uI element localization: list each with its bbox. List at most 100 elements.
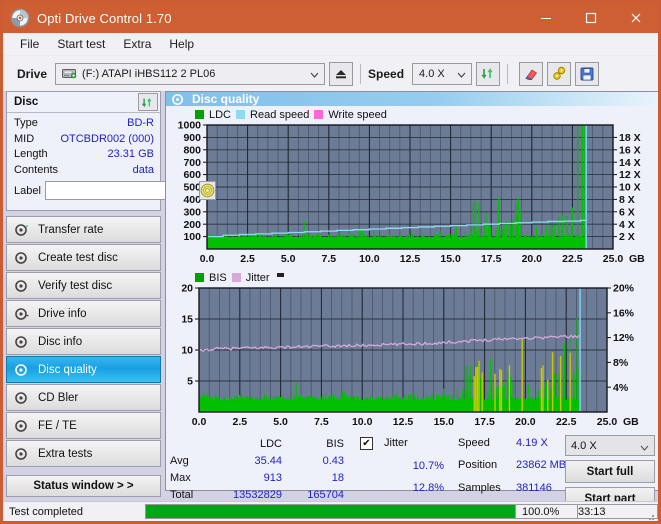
svg-text:16%: 16% (613, 307, 635, 319)
main-panel-title: Disc quality (192, 92, 260, 106)
jitter-label: Jitter (384, 437, 408, 449)
sidebar-item-disc-quality[interactable]: Disc quality (6, 356, 161, 383)
disc-extra-icon (15, 447, 29, 461)
svg-text:20.0: 20.0 (522, 253, 543, 265)
menu-file[interactable]: File (11, 35, 48, 53)
disc-contents-value: data (132, 163, 154, 176)
tools-button[interactable] (547, 61, 572, 86)
jitter-checkbox[interactable]: ✔ (360, 437, 373, 450)
svg-text:5.0: 5.0 (281, 253, 296, 265)
jitter-spacer-2 (360, 482, 378, 502)
position-stat-label: Position (458, 459, 498, 472)
legend-marker-extra (276, 273, 284, 277)
sidebar-item-cd-bler[interactable]: CD Bler (6, 384, 161, 411)
sidebar-item-label: Verify test disc (38, 279, 113, 292)
stats-bis-max: 18 (331, 472, 344, 484)
stats-row-label-max: Max (170, 472, 191, 484)
chart-ldc-readspeed: 10020030040050060070080090010000.0 2.5 5.0… (178, 121, 646, 265)
stats-ldc-max: 913 (263, 472, 282, 484)
window-controls (523, 3, 658, 33)
content-area: Disc Type BD-R MID OTCBDR002 (000) Lengt… (3, 91, 658, 510)
chevron-down-icon (457, 69, 466, 81)
disc-row-contents: Contents data (14, 163, 154, 179)
sidebar-item-extra-tests[interactable]: Extra tests (6, 440, 161, 467)
legend-swatch-read-speed (236, 110, 246, 119)
start-full-button[interactable]: Start full (565, 460, 655, 483)
drive-select[interactable]: (F:) ATAPI iHBS112 2 PL06 (55, 62, 326, 85)
progress-percent: 100.0% (516, 504, 578, 519)
title-bar: Opti Drive Control 1.70 (3, 3, 658, 33)
sidebar-item-label: Drive info (38, 307, 87, 320)
svg-text:14 X: 14 X (619, 157, 641, 169)
resize-grip[interactable] (645, 508, 655, 520)
disc-info-icon (15, 335, 29, 349)
close-button[interactable] (613, 3, 658, 33)
legend-label-write-speed: Write speed (328, 108, 387, 121)
jitter-stats: ✔ Jitter 10.7% 12.8% (360, 437, 444, 502)
svg-text:1000: 1000 (178, 121, 202, 132)
save-button[interactable] (575, 61, 600, 86)
svg-text:15: 15 (181, 314, 193, 326)
cd-icon-button[interactable] (198, 181, 216, 200)
svg-text:0.0: 0.0 (192, 416, 207, 428)
jitter-spacer-1 (360, 460, 378, 480)
stats-header-ldc: LDC (259, 438, 282, 450)
jitter-avg: 10.7% (412, 460, 444, 472)
svg-text:12%: 12% (613, 332, 635, 344)
svg-text:17.5: 17.5 (474, 416, 495, 428)
sidebar-item-create-test-disc[interactable]: Create test disc (6, 244, 161, 271)
speed-select[interactable]: 4.0 X (412, 62, 473, 85)
disc-burn-icon (15, 251, 29, 265)
jitter-max: 12.8% (412, 482, 444, 494)
sidebar-item-verify-test-disc[interactable]: Verify test disc (6, 272, 161, 299)
sidebar-item-disc-info[interactable]: Disc info (6, 328, 161, 355)
legend-label-bis: BIS (209, 271, 227, 284)
refresh-button[interactable] (476, 61, 501, 86)
error-stats-table: LDC BIS Avg 35.44 0.43 Max 913 18 Total … (170, 437, 344, 502)
sidebar-item-drive-info[interactable]: Drive info (6, 300, 161, 327)
progress-fill (146, 505, 515, 518)
legend-label-read-speed: Read speed (250, 108, 310, 121)
sidebar-item-label: Disc quality (38, 363, 97, 376)
svg-text:16 X: 16 X (619, 144, 641, 156)
test-speed-select[interactable]: 4.0 X (565, 435, 655, 456)
sidebar-item-transfer-rate[interactable]: Transfer rate (6, 216, 161, 243)
svg-text:10.0: 10.0 (359, 253, 380, 265)
erase-button[interactable] (519, 61, 544, 86)
disc-contents-label: Contents (14, 163, 59, 176)
status-bar: Test completed 100.0% 33:13 (3, 501, 658, 521)
svg-text:600: 600 (183, 169, 201, 181)
svg-text:22.5: 22.5 (556, 416, 577, 428)
svg-text:2.5: 2.5 (232, 416, 247, 428)
svg-text:25.0: 25.0 (603, 253, 624, 265)
svg-text:15.0: 15.0 (440, 253, 461, 265)
status-text: Test completed (9, 505, 83, 518)
disc-panel-title: Disc (14, 96, 39, 108)
status-window-button[interactable]: Status window > > (6, 475, 161, 497)
disc-icon (10, 8, 30, 28)
svg-text:6 X: 6 X (619, 206, 635, 218)
svg-text:20: 20 (181, 284, 193, 295)
sidebar-item-fe-te[interactable]: FE / TE (6, 412, 161, 439)
disc-quality-icon (15, 363, 29, 377)
svg-text:22.5: 22.5 (562, 253, 583, 265)
disc-row-type: Type BD-R (14, 116, 154, 132)
eject-button[interactable] (329, 61, 354, 86)
minimize-button[interactable] (523, 3, 568, 33)
menu-help[interactable]: Help (160, 35, 203, 53)
main-panel: Disc quality LDC Read speed Write speed … (165, 91, 658, 510)
chevron-down-icon (640, 442, 649, 454)
menu-extra[interactable]: Extra (114, 35, 160, 53)
sidebar-item-label: CD Bler (38, 391, 79, 404)
maximize-button[interactable] (568, 3, 613, 33)
speed-label: Speed (368, 66, 405, 81)
legend-label-jitter: Jitter (245, 271, 270, 284)
svg-text:GB: GB (623, 416, 639, 428)
svg-text:10 X: 10 X (619, 182, 641, 194)
test-speed-value: 4.0 X (571, 439, 597, 452)
menu-start-test[interactable]: Start test (48, 35, 114, 53)
svg-text:GB: GB (629, 253, 645, 265)
svg-text:800: 800 (183, 144, 201, 156)
disc-refresh-button[interactable] (138, 93, 158, 111)
stats-bis-avg: 0.43 (322, 455, 344, 467)
